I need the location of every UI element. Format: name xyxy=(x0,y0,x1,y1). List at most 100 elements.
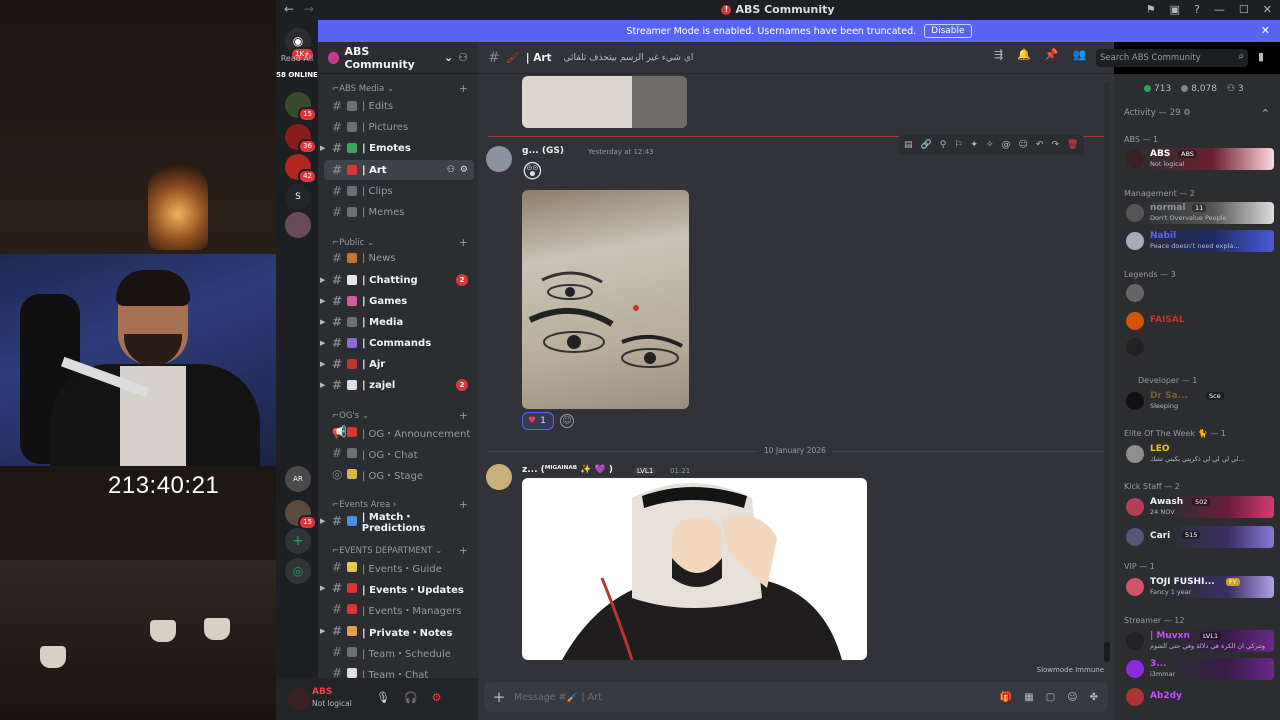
inbox-icon[interactable]: ▮ xyxy=(1258,50,1264,63)
member-row[interactable]: FAISAL xyxy=(1122,310,1274,332)
emoji-icon[interactable]: ☺ xyxy=(1067,692,1077,703)
read-all-button[interactable]: Read All xyxy=(276,54,318,63)
add-member-icon[interactable]: ⚇ xyxy=(447,165,455,175)
microphone-icon[interactable]: 🎙 xyxy=(376,691,390,704)
server-icon-s[interactable]: S xyxy=(285,184,311,210)
channel-topic[interactable]: اي شيء غير الرسم بيتحذف تلقائي xyxy=(564,53,694,63)
gift-icon[interactable]: 🎁 xyxy=(1000,692,1012,703)
add-server-icon[interactable]: + xyxy=(285,528,311,554)
search-icon[interactable]: ⌕ xyxy=(1238,51,1244,62)
invite-people-icon[interactable]: ⚇ xyxy=(458,51,468,64)
channel-chatting[interactable]: ▶ # | Chatting 2 xyxy=(320,270,474,290)
channel-team-schedule[interactable]: # | Team・Schedule xyxy=(324,642,474,662)
channel-match-predictions[interactable]: ▶ # | Match・Predictions xyxy=(320,511,474,534)
members-icon[interactable]: 👥 xyxy=(1073,48,1087,61)
chat-scrollbar[interactable] xyxy=(1104,82,1110,662)
plus-icon[interactable]: + xyxy=(459,82,468,95)
maximize-icon[interactable]: ☐ xyxy=(1239,3,1249,16)
member-row[interactable]: Ab2dy xyxy=(1122,686,1274,708)
pin-icon[interactable]: ⚲ xyxy=(940,140,947,150)
delete-icon[interactable]: 🗑 xyxy=(1067,140,1078,150)
server-header[interactable]: ABS Community ⌄ ⚇ xyxy=(318,42,478,74)
forward-icon[interactable]: ↷ xyxy=(1051,140,1059,150)
pin-icon[interactable]: 📌 xyxy=(1045,48,1059,61)
reply-icon[interactable]: ↶ xyxy=(1036,140,1044,150)
bell-icon[interactable]: 🔔 xyxy=(1017,48,1031,61)
channel-media[interactable]: ▶ # | Media xyxy=(320,312,474,332)
member-row[interactable]: Dr Sa... Sce Sleeping xyxy=(1122,390,1274,412)
channel-team-chat[interactable]: # | Team・Chat xyxy=(324,663,474,678)
server-icon[interactable]: 42 xyxy=(285,154,317,184)
channel-art[interactable]: # | Art ⚇ ⚙ xyxy=(324,160,474,180)
channel-games[interactable]: ▶ # | Games xyxy=(320,291,474,311)
server-icon[interactable]: 15 xyxy=(285,92,317,122)
close-icon[interactable]: ✕ xyxy=(1263,3,1272,16)
channel-zajel[interactable]: ▶ # | zajel 2 xyxy=(320,375,474,395)
channel-news[interactable]: # | News xyxy=(324,248,474,268)
screen-icon[interactable]: ▣ xyxy=(1170,3,1180,16)
direct-messages-button[interactable]: ◉ 1K+ xyxy=(285,28,315,62)
server-icon[interactable]: 15 xyxy=(285,500,317,530)
channel-private-notes[interactable]: ▶ # | Private・Notes xyxy=(320,621,474,641)
member-row[interactable]: Cari 515 xyxy=(1122,526,1274,548)
member-row[interactable]: LEO لي لي لي لي ذكريتي بكيتي تشك... xyxy=(1122,443,1274,465)
help-icon[interactable]: ? xyxy=(1194,3,1200,16)
member-row[interactable]: normal 11 Don't Overvalue People xyxy=(1122,202,1274,224)
gear-icon[interactable]: ⚙ xyxy=(432,691,442,704)
avatar[interactable] xyxy=(486,464,512,490)
search-input[interactable] xyxy=(1100,53,1230,63)
server-icon[interactable]: 36 xyxy=(285,124,317,154)
channel-events-guide[interactable]: # | Events・Guide xyxy=(324,557,474,577)
thread-icon[interactable]: ✧ xyxy=(986,140,994,150)
explore-icon[interactable]: ◎ xyxy=(285,558,311,584)
channel-clips[interactable]: # | Clips xyxy=(324,181,474,201)
sticker-icon[interactable]: ▢ xyxy=(1046,692,1055,703)
channel-pictures[interactable]: # | Pictures xyxy=(324,117,474,137)
app-icon[interactable]: ▤ xyxy=(904,140,913,150)
channel-edits[interactable]: # | Edits xyxy=(324,96,474,116)
channel-memes[interactable]: # | Memes xyxy=(324,202,474,222)
headphones-icon[interactable]: 🎧 xyxy=(404,691,418,704)
link-icon[interactable]: 🔗 xyxy=(921,140,932,150)
message-author[interactable]: g... (GS) xyxy=(522,146,564,156)
apps-icon[interactable]: ✤ xyxy=(1090,692,1098,703)
avatar[interactable] xyxy=(486,146,512,172)
emoji-icon[interactable]: ☺ xyxy=(1019,140,1028,150)
channel-commands[interactable]: ▶ # | Commands xyxy=(320,333,474,353)
category-ogs[interactable]: ⌐ OG's ⌄ + xyxy=(332,409,468,422)
gear-icon[interactable]: ⚙ xyxy=(460,165,468,175)
gif-icon[interactable]: ▦ xyxy=(1024,692,1033,703)
message-author[interactable]: z... (ᴹᴵᴳᴬᴵᴺᴬᴮ ✨ 💜 ) xyxy=(522,465,613,475)
member-row[interactable]: Awash 502 24 NOV xyxy=(1122,496,1274,518)
plus-icon[interactable]: + xyxy=(459,544,468,557)
server-icon[interactable]: AR xyxy=(285,466,311,492)
channel-ajr[interactable]: ▶ # | Ajr xyxy=(320,354,474,374)
star-icon[interactable]: ✦ xyxy=(970,140,978,150)
flag-icon[interactable]: ⚑ xyxy=(1146,3,1156,16)
add-reaction-icon[interactable]: ☺ xyxy=(560,414,574,428)
message-image[interactable] xyxy=(522,76,687,128)
message-image-illustration[interactable] xyxy=(522,478,867,660)
disable-button[interactable]: Disable xyxy=(924,24,972,38)
channel-og-chat[interactable]: # | OG・Chat xyxy=(324,443,474,463)
channel-emotes[interactable]: ▶ # | Emotes xyxy=(320,138,474,158)
plus-icon[interactable]: + xyxy=(459,409,468,422)
message-input[interactable] xyxy=(514,691,954,703)
avatar[interactable] xyxy=(288,688,310,710)
member-row[interactable] xyxy=(1122,336,1274,358)
member-row[interactable]: TOJI FUSHI... FY Fancy 1 year xyxy=(1122,576,1274,598)
minimize-icon[interactable]: — xyxy=(1214,3,1225,16)
message-image-sketch[interactable] xyxy=(522,190,689,409)
member-row[interactable]: ABS ABS Not logical xyxy=(1122,148,1274,170)
channel-events-updates[interactable]: ▶ # | Events・Updates xyxy=(320,578,474,598)
member-row[interactable] xyxy=(1122,282,1274,304)
close-icon[interactable]: ✕ xyxy=(1261,24,1270,37)
member-row[interactable]: | Muvxn LVL1 وتتركي ان الكرة في دلالة وف… xyxy=(1122,630,1274,652)
member-row[interactable]: 3... i3mmar xyxy=(1122,658,1274,680)
server-icon[interactable] xyxy=(285,212,311,238)
channel-og-stage[interactable]: ◎ | OG・Stage xyxy=(324,464,474,484)
chevron-up-icon[interactable]: ⌃ xyxy=(1261,107,1270,120)
activity-header[interactable]: Activity — 29 ⚙ xyxy=(1124,108,1191,118)
threads-icon[interactable]: ⇶ xyxy=(994,48,1003,61)
heart-reaction[interactable]: ♥ 1 xyxy=(522,412,554,430)
